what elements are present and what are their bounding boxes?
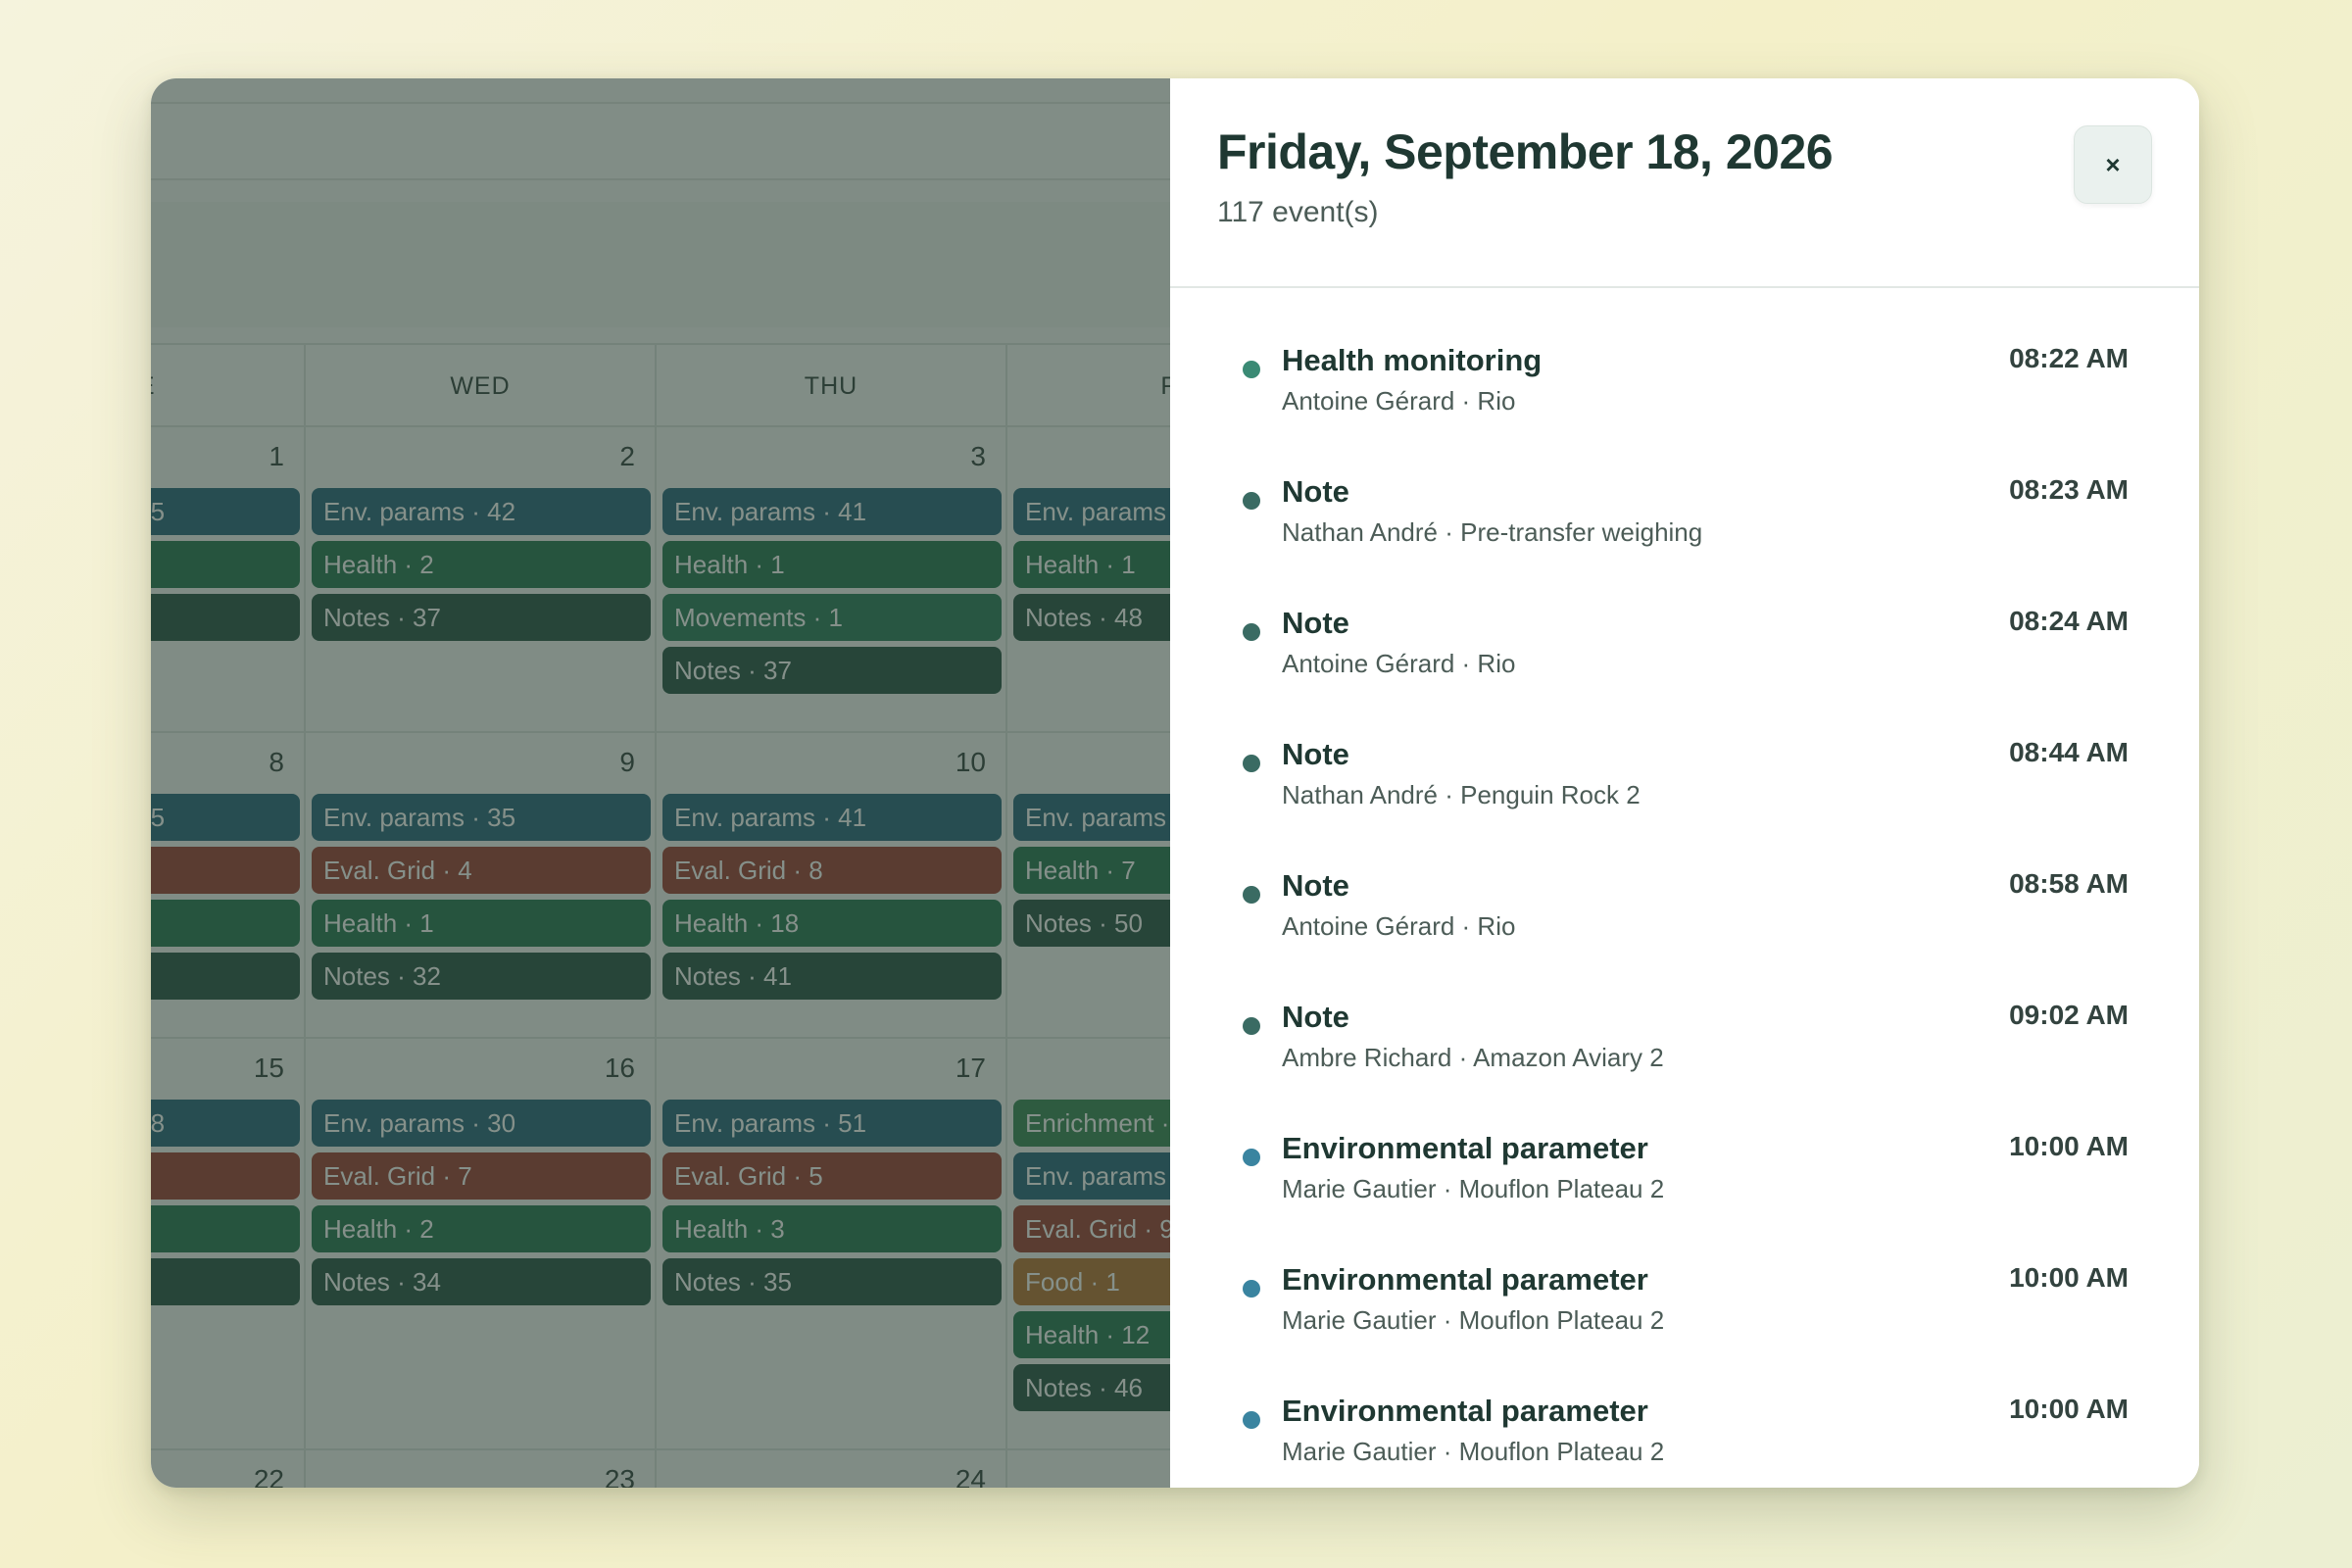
close-button[interactable]: × [2074,125,2152,204]
event-type-dot-icon [1243,1149,1260,1166]
event-time: 10:00 AM [2009,1394,2129,1424]
close-icon: × [2105,150,2121,179]
event-list-item[interactable]: Health monitoring Antoine Gérard · Rio 08:… [1170,290,2199,421]
event-list-item[interactable]: Note Nathan André · Penguin Rock 2 08:44 A… [1170,684,2199,815]
event-title: Note [1282,1000,1349,1034]
event-time: 10:00 AM [2009,1131,2129,1161]
event-list-item[interactable]: Note Antoine Gérard · Rio 08:24 AM [1170,553,2199,684]
event-time: 08:23 AM [2009,474,2129,505]
event-type-dot-icon [1243,492,1260,510]
drawer-header: Friday, September 18, 2026 117 event(s) … [1170,78,2199,288]
event-time: 08:24 AM [2009,606,2129,636]
event-time: 08:58 AM [2009,868,2129,899]
event-time: 10:00 AM [2009,1262,2129,1293]
day-detail-drawer: Friday, September 18, 2026 117 event(s) … [1170,78,2199,1488]
modal-backdrop[interactable] [151,78,1170,1488]
event-list-item[interactable]: Environmental parameter Marie Gautier · M… [1170,1078,2199,1209]
event-list-item[interactable]: Note Nathan André · Pre-transfer weighing… [1170,421,2199,553]
event-details: Marie Gautier · Mouflon Plateau 2 [1282,1174,1665,1203]
event-details: Antoine Gérard · Rio [1282,386,1516,416]
app-window: TUEWEDTHUFRI 1Env. params · 45Health · 1… [151,78,2199,1488]
event-type-dot-icon [1243,1017,1260,1035]
event-time: 08:44 AM [2009,737,2129,767]
event-details: Antoine Gérard · Rio [1282,911,1516,941]
event-list: Health monitoring Antoine Gérard · Rio 08:… [1170,290,2199,1488]
event-title: Health monitoring [1282,343,1543,377]
event-details: Marie Gautier · Mouflon Plateau 2 [1282,1437,1665,1466]
event-details: Ambre Richard · Amazon Aviary 2 [1282,1043,1664,1072]
event-details: Marie Gautier · Mouflon Plateau 2 [1282,1305,1665,1335]
event-list-item[interactable]: Note Antoine Gérard · Rio 08:58 AM [1170,815,2199,947]
event-type-dot-icon [1243,361,1260,378]
event-time: 08:22 AM [2009,343,2129,373]
event-title: Note [1282,868,1349,903]
event-type-dot-icon [1243,1411,1260,1429]
event-list-item[interactable]: Environmental parameter Marie Gautier · M… [1170,1341,2199,1472]
event-details: Nathan André · Pre-transfer weighing [1282,517,1703,547]
event-type-dot-icon [1243,1280,1260,1298]
event-title: Note [1282,606,1349,640]
event-title: Environmental parameter [1282,1262,1648,1297]
event-type-dot-icon [1243,886,1260,904]
calendar-month-view: TUEWEDTHUFRI 1Env. params · 45Health · 1… [151,78,1170,1488]
event-title: Environmental parameter [1282,1394,1648,1428]
event-details: Antoine Gérard · Rio [1282,649,1516,678]
event-title: Environmental parameter [1282,1131,1648,1165]
event-list-item[interactable]: Environmental parameter Marie Gautier · M… [1170,1209,2199,1341]
event-list-item[interactable]: Note Ambre Richard · Amazon Aviary 2 09:02… [1170,947,2199,1078]
event-type-dot-icon [1243,755,1260,772]
event-type-dot-icon [1243,623,1260,641]
event-title: Note [1282,737,1349,771]
event-title: Note [1282,474,1349,509]
event-count: 117 event(s) [1217,196,1379,228]
event-time: 09:02 AM [2009,1000,2129,1030]
event-details: Nathan André · Penguin Rock 2 [1282,780,1641,809]
drawer-title: Friday, September 18, 2026 [1217,124,1834,179]
